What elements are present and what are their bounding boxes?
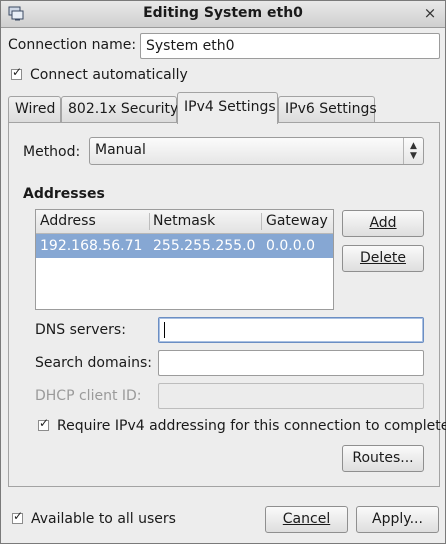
text-cursor [164,322,165,338]
cancel-button[interactable]: Cancel [265,506,348,533]
addresses-heading: Addresses [23,186,105,202]
table-row[interactable]: 192.168.56.71 255.255.255.0 0.0.0.0 [36,234,333,258]
addresses-table[interactable]: Address Netmask Gateway 192.168.56.71 25… [35,209,334,310]
updown-arrows-icon: ▲ ▼ [403,138,423,164]
dhcp-client-id-field [158,383,424,409]
dns-servers-field[interactable] [158,317,424,343]
cell-netmask: 255.255.255.0 [153,238,256,254]
tab-ipv6-settings[interactable]: IPv6 Settings [278,96,377,122]
search-domains-field[interactable] [158,350,424,376]
search-domains-label: Search domains: [35,355,152,371]
method-value: Manual [95,142,146,158]
connection-name-label: Connection name: [8,37,137,53]
cell-gateway: 0.0.0.0 [266,238,315,254]
apply-button[interactable]: Apply... [356,506,439,533]
delete-button[interactable]: Delete [342,245,424,272]
connect-automatically-label[interactable]: Connect automatically [30,67,188,83]
title-bar[interactable]: Editing System eth0 × [1,1,445,28]
method-dropdown[interactable]: Manual ▲ ▼ [89,137,424,165]
tab-wired[interactable]: Wired [8,96,61,122]
add-button[interactable]: Add [342,210,424,237]
column-netmask[interactable]: Netmask [153,213,215,229]
dhcp-client-id-label: DHCP client ID: [35,388,142,404]
window-title: Editing System eth0 [143,5,303,21]
method-label: Method: [23,144,81,160]
tab-8021x-security[interactable]: 802.1x Security [61,96,178,122]
close-icon[interactable]: × [422,5,438,21]
column-address[interactable]: Address [40,213,96,229]
connection-name-field[interactable]: System eth0 [140,33,440,59]
dialog-window: Editing System eth0 × Connection name: S… [0,0,446,544]
available-to-all-users-label[interactable]: Available to all users [31,511,176,527]
require-ipv4-checkbox[interactable] [38,416,49,431]
tab-ipv4-settings[interactable]: IPv4 Settings [177,92,278,124]
connect-automatically-checkbox[interactable] [11,65,22,80]
column-divider [149,213,150,230]
available-to-all-users-checkbox[interactable] [12,509,23,524]
require-ipv4-label[interactable]: Require IPv4 addressing for this connect… [57,418,446,434]
column-divider [261,213,262,230]
cell-address: 192.168.56.71 [40,238,143,254]
dns-servers-label: DNS servers: [35,322,126,338]
table-header: Address Netmask Gateway [36,210,333,234]
column-gateway[interactable]: Gateway [266,213,328,229]
routes-button[interactable]: Routes... [342,445,424,472]
